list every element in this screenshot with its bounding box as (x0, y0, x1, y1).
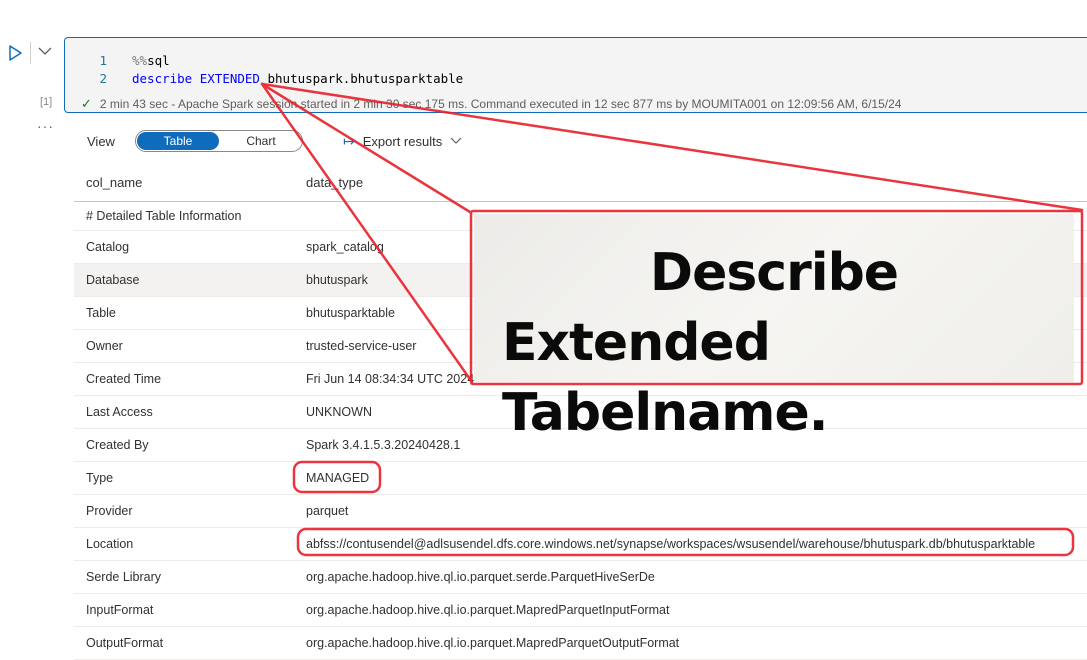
table-row[interactable]: InputFormat org.apache.hadoop.hive.ql.io.… (74, 594, 1087, 627)
code-line: 2 describe EXTENDED bhutuspark.bhutuspar… (65, 70, 463, 88)
table-identifier: bhutuspark.bhutusparktable (267, 71, 464, 86)
export-label: Export results (362, 133, 443, 149)
chevron-down-icon (450, 137, 462, 144)
cell-data-type: parquet (306, 504, 349, 518)
cell-data-type: org.apache.hadoop.hive.ql.io.parquet.Map… (306, 603, 670, 617)
status-text: 2 min 43 sec - Apache Spark session star… (99, 97, 902, 111)
table-row[interactable]: Location abfss://contusendel@adlsusendel.… (74, 528, 1087, 561)
column-header-data-type[interactable]: data_type (306, 175, 1087, 190)
more-icon[interactable]: ··· (37, 118, 54, 134)
callout-text: Describe Extended Tabelname. (474, 214, 1074, 448)
gutter-separator (30, 42, 31, 64)
line-number: 2 (99, 71, 107, 86)
cell-col-name: OutputFormat (86, 636, 164, 650)
export-results-button[interactable]: ↦ Export results (343, 133, 462, 150)
view-option-table[interactable]: Table (137, 132, 219, 150)
checkmark-icon: ✓ (81, 96, 92, 111)
code-editor[interactable]: 1 %% sql 2 describe EXTENDED bhutuspark.b… (65, 52, 463, 88)
cell-col-name: Table (86, 306, 116, 320)
table-row[interactable]: Type MANAGED (74, 462, 1087, 495)
cell-col-name: Type (86, 471, 114, 485)
cell-col-name: Owner (86, 339, 123, 353)
column-header-col-name[interactable]: col_name (74, 175, 306, 190)
callout-line2: Extended Tabelname. (502, 313, 829, 443)
magic-prefix: %% (132, 53, 148, 68)
code-cell[interactable]: 1 %% sql 2 describe EXTENDED bhutuspark.b… (64, 37, 1087, 113)
line-number: 1 (99, 53, 107, 68)
table-header: col_name data_type (74, 163, 1087, 202)
results-toolbar: View Table Chart ↦ Export results (74, 126, 462, 156)
cell-data-type: MANAGED (306, 471, 370, 485)
cell-col-name: InputFormat (86, 603, 154, 617)
annotation-callout: Describe Extended Tabelname. (474, 214, 1074, 443)
cell-col-name: # Detailed Table Information (86, 209, 242, 223)
cell-data-type: org.apache.hadoop.hive.ql.io.parquet.Map… (306, 636, 680, 650)
cell-col-name: Catalog (86, 240, 130, 254)
cell-col-name: Serde Library (86, 570, 162, 584)
keyword-extended: EXTENDED (199, 71, 260, 86)
export-icon: ↦ (343, 132, 355, 149)
cell-data-type: org.apache.hadoop.hive.ql.io.parquet.ser… (306, 570, 655, 584)
keyword-describe: describe (132, 71, 193, 86)
cell-col-name: Location (86, 537, 134, 551)
chevron-down-icon[interactable] (38, 46, 52, 56)
cell-data-type: abfss://contusendel@adlsusendel.dfs.core… (306, 537, 1036, 551)
code-line: 1 %% sql (65, 52, 463, 70)
magic-command: sql (147, 53, 170, 68)
callout-line1: Describe (649, 243, 899, 303)
table-row[interactable]: Serde Library org.apache.hadoop.hive.ql.i… (74, 561, 1087, 594)
cell-col-name: Database (86, 273, 140, 287)
cell-col-name: Created By (86, 438, 149, 452)
view-toggle[interactable]: Table Chart (135, 130, 303, 152)
table-row[interactable]: Provider parquet (74, 495, 1087, 528)
view-option-chart[interactable]: Chart (220, 131, 302, 151)
cell-col-name: Provider (86, 504, 133, 518)
execution-count: [1] (40, 96, 53, 108)
table-row[interactable]: OutputFormat org.apache.hadoop.hive.ql.io… (74, 627, 1087, 660)
run-cell-icon[interactable] (6, 44, 24, 62)
execution-status: ✓ 2 min 43 sec - Apache Spark session st… (81, 96, 901, 112)
cell-col-name: Last Access (86, 405, 153, 419)
cell-col-name: Created Time (86, 372, 162, 386)
view-label: View (87, 133, 115, 149)
